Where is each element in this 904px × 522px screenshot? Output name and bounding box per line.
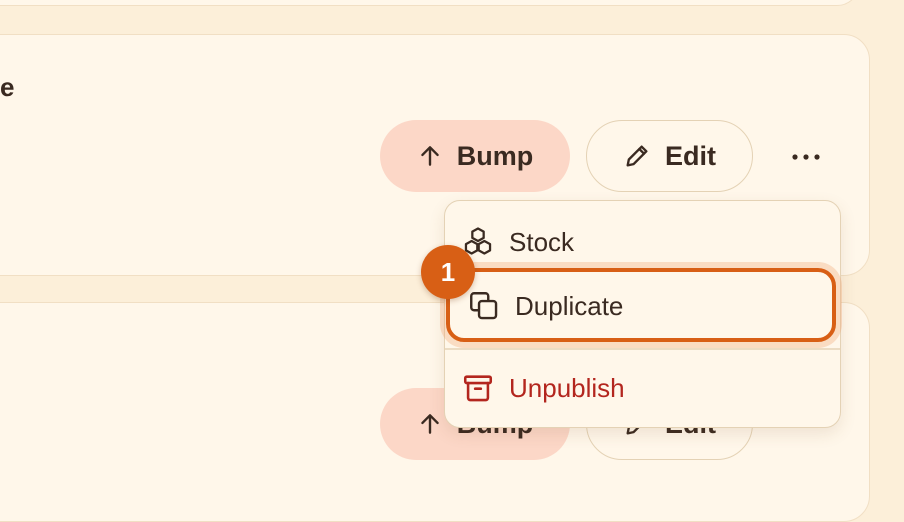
edit-button[interactable]: Edit <box>586 120 753 192</box>
menu-item-unpublish[interactable]: Unpublish <box>461 369 625 407</box>
pencil-icon <box>623 142 651 170</box>
menu-item-label: Unpublish <box>509 372 625 403</box>
edit-label: Edit <box>665 140 716 171</box>
listing-title: e <box>0 72 15 102</box>
more-options-button[interactable] <box>784 140 828 174</box>
menu-item-stock[interactable]: Stock <box>461 223 574 261</box>
menu-item-label: Stock <box>509 226 575 257</box>
archive-icon <box>461 371 495 405</box>
step-badge: 1 <box>421 245 475 299</box>
duplicate-highlight-ring <box>446 268 836 342</box>
bump-button[interactable]: Bump <box>380 120 570 192</box>
listing-card-previous <box>0 0 860 6</box>
menu-divider <box>445 348 840 350</box>
arrow-up-icon <box>417 143 443 169</box>
arrow-up-icon <box>417 411 443 437</box>
ellipsis-icon <box>791 153 821 161</box>
bump-label: Bump <box>456 140 534 171</box>
